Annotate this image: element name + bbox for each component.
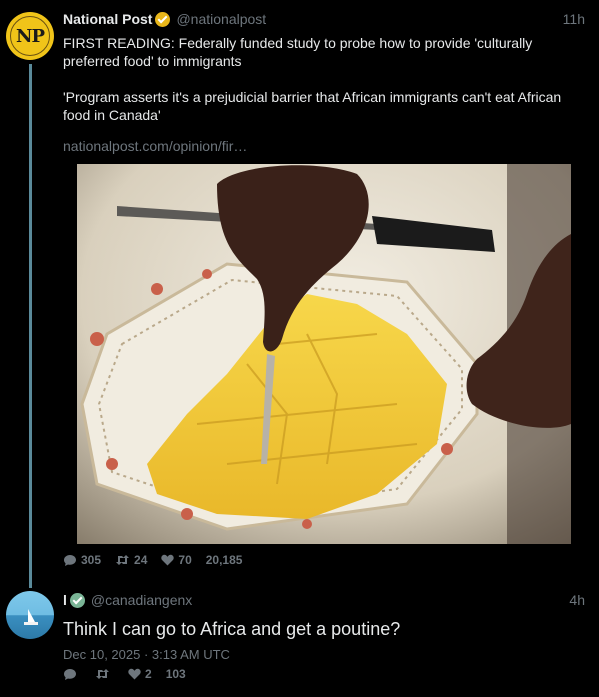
tweet-link[interactable]: nationalpost.com/opinion/fir… bbox=[63, 138, 585, 156]
like-count: 2 bbox=[145, 667, 152, 681]
national-post-logo: NP bbox=[10, 16, 50, 56]
tweet-time[interactable]: 4h bbox=[569, 592, 585, 608]
retweet-icon bbox=[95, 668, 110, 680]
tweet-image[interactable] bbox=[77, 164, 571, 544]
heart-icon bbox=[128, 668, 141, 680]
view-count: 20,185 bbox=[205, 553, 243, 567]
tweet-header: National Post @nationalpost 11h bbox=[63, 9, 585, 29]
tweet-time[interactable]: 11h bbox=[563, 11, 585, 27]
tweet-header: l @canadiangenx 4h bbox=[63, 590, 585, 610]
retweet-icon bbox=[115, 554, 130, 566]
tweet-text: Think I can go to Africa and get a pouti… bbox=[63, 619, 401, 639]
retweet-button[interactable] bbox=[95, 668, 114, 680]
boat-icon bbox=[24, 609, 38, 625]
tweet-date[interactable]: Dec 10, 2025 · 3:13 AM UTC bbox=[63, 647, 585, 662]
thread-line bbox=[29, 64, 32, 588]
tweet-actions: 305 24 70 20,185 bbox=[63, 552, 256, 568]
tweet-text: FIRST READING: Federally funded study to… bbox=[63, 35, 562, 123]
author-name[interactable]: l bbox=[63, 592, 67, 608]
author-handle[interactable]: @canadiangenx bbox=[91, 592, 192, 608]
like-button[interactable]: 2 bbox=[128, 667, 152, 681]
reply-tweet: l @canadiangenx 4h Think I can go to Afr… bbox=[63, 590, 585, 662]
retweet-count: 24 bbox=[134, 553, 148, 567]
comment-icon bbox=[63, 668, 77, 681]
like-button[interactable]: 70 bbox=[161, 553, 192, 567]
verified-badge-icon bbox=[155, 11, 171, 27]
like-count: 70 bbox=[178, 553, 192, 567]
verified-badge-icon bbox=[69, 592, 85, 608]
retweet-button[interactable]: 24 bbox=[115, 553, 147, 567]
author-handle[interactable]: @nationalpost bbox=[176, 11, 266, 27]
tweet-actions: 2 103 bbox=[63, 666, 200, 682]
tweet: National Post @nationalpost 11h FIRST RE… bbox=[63, 9, 585, 156]
comment-icon bbox=[63, 554, 77, 567]
reply-button[interactable] bbox=[63, 668, 81, 681]
heart-icon bbox=[161, 554, 175, 566]
view-count: 103 bbox=[165, 667, 186, 681]
reply-button[interactable]: 305 bbox=[63, 553, 101, 567]
author-name[interactable]: National Post bbox=[63, 11, 152, 27]
avatar[interactable]: NP bbox=[6, 12, 54, 60]
reply-count: 305 bbox=[81, 553, 102, 567]
avatar[interactable] bbox=[6, 591, 54, 639]
food-photo bbox=[77, 164, 571, 544]
